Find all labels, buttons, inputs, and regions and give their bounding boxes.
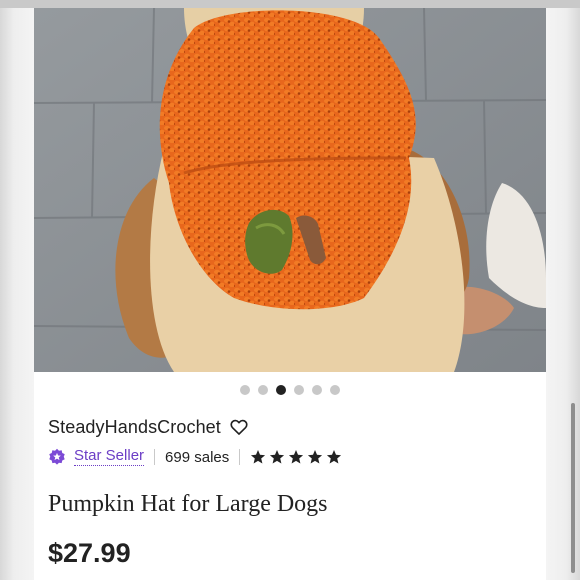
shop-name-link[interactable]: SteadyHandsCrochet	[48, 417, 221, 438]
scrollbar[interactable]	[571, 403, 575, 573]
star-icon	[288, 449, 304, 465]
carousel-dot[interactable]	[312, 385, 322, 395]
star-seller-badge-icon	[48, 448, 66, 466]
seller-meta-row: Star Seller 699 sales	[48, 445, 342, 469]
seller-row: SteadyHandsCrochet	[48, 414, 249, 440]
carousel-dot[interactable]	[240, 385, 250, 395]
heart-icon[interactable]	[229, 417, 249, 437]
star-icon	[269, 449, 285, 465]
listing-price: $27.99	[48, 538, 131, 568]
listing-title: Pumpkin Hat for Large Dogs	[48, 491, 328, 517]
star-icon	[307, 449, 323, 465]
listing-photo-art	[34, 8, 546, 372]
listing-photo[interactable]	[34, 8, 546, 372]
top-divider	[0, 0, 580, 8]
star-icon	[326, 449, 342, 465]
image-carousel-dots	[34, 385, 546, 397]
carousel-dot[interactable]	[258, 385, 268, 395]
carousel-dot-active[interactable]	[276, 385, 286, 395]
divider	[239, 449, 241, 465]
listing-card: SteadyHandsCrochet Star Seller 699 sales…	[34, 8, 546, 580]
divider	[154, 449, 156, 465]
star-icon	[250, 449, 266, 465]
carousel-dot[interactable]	[330, 385, 340, 395]
rating-stars[interactable]	[250, 449, 342, 465]
star-seller-link[interactable]: Star Seller	[74, 448, 145, 466]
sales-count: 699 sales	[165, 448, 230, 466]
carousel-dot[interactable]	[294, 385, 304, 395]
